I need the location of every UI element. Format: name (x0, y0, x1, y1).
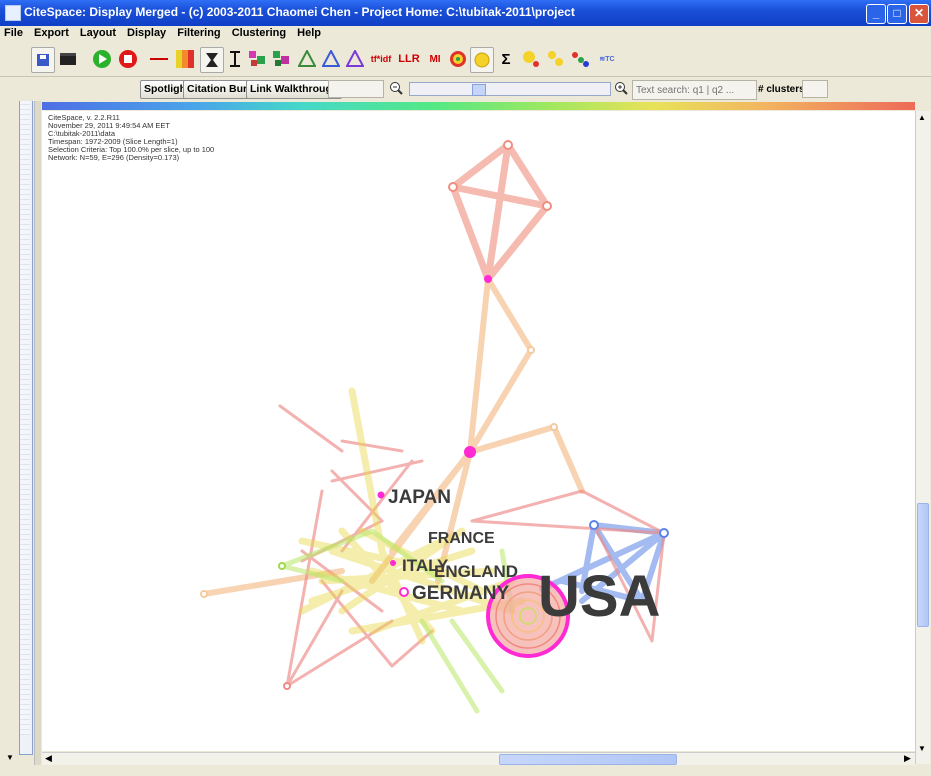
maximize-button[interactable]: □ (887, 4, 907, 24)
menu-layout[interactable]: Layout (76, 26, 120, 39)
menu-file[interactable]: File (0, 26, 27, 39)
scroll-down-icon[interactable]: ▼ (918, 744, 926, 753)
node[interactable] (589, 520, 599, 530)
time-color-legend (42, 102, 915, 110)
node-germany[interactable] (399, 587, 409, 597)
network-canvas[interactable]: JAPAN FRANCE ITALY ENGLAND GERMANY USA (42, 111, 915, 751)
node[interactable] (542, 201, 552, 211)
save-icon[interactable] (31, 47, 55, 73)
sigma-button[interactable]: Σ (495, 47, 517, 71)
left-panel: ▼ (0, 77, 41, 767)
text-search-input[interactable] (632, 80, 757, 100)
cluster-icon-1[interactable] (246, 47, 268, 71)
info-panel: CiteSpace, v. 2.2.R11 November 29, 2011 … (48, 114, 214, 162)
triangle-icon-3[interactable] (344, 47, 366, 71)
yellow-circle-icon[interactable] (470, 47, 494, 73)
close-button[interactable]: ✕ (909, 4, 929, 24)
nodes-icon[interactable] (545, 47, 567, 71)
node-hub[interactable] (464, 446, 476, 458)
horizontal-scrollbar[interactable]: ◀ ▶ (42, 752, 915, 766)
window-title: CiteSpace: Display Merged - (c) 2003-201… (24, 5, 575, 19)
node[interactable] (200, 590, 208, 598)
node-hub[interactable] (484, 275, 492, 283)
title-bar: CiteSpace: Display Merged - (c) 2003-201… (0, 0, 931, 26)
splitter[interactable] (34, 77, 41, 767)
label-usa: USA (538, 564, 660, 629)
menu-display[interactable]: Display (123, 26, 170, 39)
play-icon[interactable] (91, 47, 113, 71)
hourglass-icon[interactable] (200, 47, 224, 73)
node-italy[interactable] (390, 560, 396, 566)
line-icon[interactable] (148, 47, 170, 71)
colored-nodes-icon[interactable] (569, 47, 591, 71)
control-bar: Spotlight Citation Burst Link Walkthroug… (0, 77, 931, 101)
zoom-slider-thumb[interactable] (472, 84, 486, 96)
cluster-icon-2[interactable] (270, 47, 292, 71)
horizontal-scroll-thumb[interactable] (499, 754, 677, 765)
vertical-scrollbar[interactable]: ▲ ▼ (915, 111, 930, 764)
label-france: FRANCE (428, 530, 495, 547)
node[interactable] (659, 528, 669, 538)
menu-bar: File Export Layout Display Filtering Clu… (0, 26, 931, 42)
app-icon (5, 5, 21, 21)
scroll-left-icon[interactable]: ◀ (45, 753, 52, 764)
color-grid-icon[interactable] (174, 47, 196, 71)
info-network: Network: N=59, E=296 (Density=0.173) (48, 153, 180, 162)
panel-scroll-track (20, 95, 30, 735)
scroll-up-icon[interactable]: ▲ (918, 113, 926, 122)
zoom-out-icon[interactable] (389, 81, 403, 95)
stop-icon[interactable] (117, 47, 139, 71)
menu-help[interactable]: Help (293, 26, 325, 39)
clusters-label: # clusters (758, 84, 805, 95)
zoom-in-icon[interactable] (614, 81, 628, 95)
search-node-icon[interactable] (520, 47, 542, 71)
mi-button[interactable]: MI (424, 47, 446, 71)
menu-export[interactable]: Export (30, 26, 73, 39)
node[interactable] (527, 346, 535, 354)
status-bar (0, 765, 931, 776)
label-germany: GERMANY (412, 583, 509, 604)
zoom-slider[interactable] (409, 82, 611, 96)
text-cluster-icon[interactable]: ≋TC (596, 47, 618, 71)
menu-clustering[interactable]: Clustering (228, 26, 290, 39)
toolbar: tf*idf LLR MI Σ ≋TC (0, 42, 931, 77)
vertical-scroll-thumb[interactable] (917, 503, 929, 627)
triangle-icon-1[interactable] (296, 47, 318, 71)
node[interactable] (503, 140, 513, 150)
node[interactable] (278, 562, 286, 570)
node-japan[interactable] (377, 491, 385, 499)
i-beam-icon[interactable] (224, 47, 246, 71)
tfidf-button[interactable]: tf*idf (369, 47, 393, 71)
top-cluster-edges (449, 141, 551, 283)
triangle-icon-2[interactable] (320, 47, 342, 71)
scroll-right-icon[interactable]: ▶ (904, 753, 911, 764)
movie-icon[interactable] (57, 47, 79, 71)
node[interactable] (550, 423, 558, 431)
minimize-button[interactable]: _ (866, 4, 886, 24)
circle-target-icon[interactable] (447, 47, 469, 71)
walkthrough-field[interactable] (328, 80, 384, 98)
node[interactable] (448, 182, 458, 192)
network-graph: JAPAN FRANCE ITALY ENGLAND GERMANY USA (200, 140, 669, 714)
label-japan: JAPAN (388, 487, 451, 508)
clusters-field[interactable] (802, 80, 828, 98)
llr-button[interactable]: LLR (397, 47, 421, 71)
node[interactable] (283, 682, 291, 690)
label-england: ENGLAND (434, 562, 518, 581)
menu-filtering[interactable]: Filtering (173, 26, 224, 39)
scroll-down-icon[interactable]: ▼ (4, 753, 16, 763)
